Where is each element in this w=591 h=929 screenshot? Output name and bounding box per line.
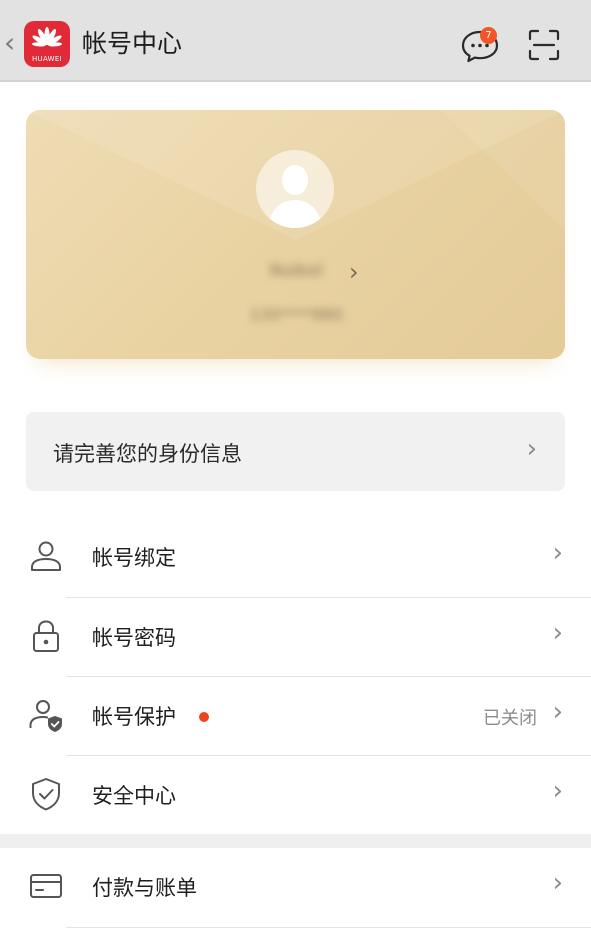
phone-number: 130****880 (249, 305, 343, 324)
chevron-right-icon: › (552, 868, 563, 898)
menu-item-label: 帐号保护 (92, 705, 176, 729)
chevron-right-icon: › (349, 258, 359, 286)
menu-item-security-center[interactable]: 安全中心 › (0, 756, 591, 835)
huawei-logo: HUAWEI (24, 21, 70, 67)
person-silhouette-icon (268, 165, 322, 228)
logo-text: HUAWEI (31, 55, 62, 63)
message-badge: 7 (480, 27, 497, 44)
menu-item-label: 帐号密码 (92, 626, 176, 650)
menu-item-account-binding[interactable]: 帐号绑定 › (0, 518, 591, 597)
page-title: 帐号中心 (82, 29, 183, 58)
menu-item-account-protection[interactable]: 帐号保护 已关闭 › (0, 677, 591, 756)
app-header: ‹ HUAWEI 帐号中心 7 (0, 0, 591, 82)
divider (66, 927, 591, 928)
menu-item-label: 安全中心 (92, 784, 176, 808)
new-indicator-dot (199, 712, 209, 722)
lock-icon (33, 620, 59, 652)
username: Ikobol (269, 260, 323, 281)
chevron-left-icon[interactable]: ‹ (4, 26, 15, 60)
chevron-right-icon: › (526, 434, 537, 464)
person-shield-icon (29, 700, 62, 732)
chevron-right-icon: › (552, 538, 563, 568)
chevron-right-icon: › (552, 697, 563, 727)
card-icon (30, 874, 62, 898)
menu-item-label: 帐号绑定 (92, 546, 176, 570)
menu-item-payments-billing[interactable]: 付款与账单 › (0, 848, 591, 927)
identity-info-label: 请完善您的身份信息 (53, 442, 242, 466)
chevron-right-icon: › (552, 618, 563, 648)
huawei-petal-icon (32, 27, 62, 47)
identity-info-banner[interactable]: 请完善您的身份信息 › (26, 412, 565, 491)
profile-card[interactable]: Ikobol › 130****880 (26, 110, 565, 359)
chevron-right-icon: › (552, 776, 563, 806)
avatar[interactable] (256, 150, 334, 228)
menu-item-account-password[interactable]: 帐号密码 › (0, 598, 591, 677)
protection-status: 已关闭 (483, 708, 537, 729)
menu-item-label: 付款与账单 (92, 876, 197, 900)
person-icon (31, 541, 61, 571)
shield-check-icon (32, 778, 60, 811)
scan-icon[interactable] (526, 27, 562, 63)
section-separator (0, 834, 591, 848)
